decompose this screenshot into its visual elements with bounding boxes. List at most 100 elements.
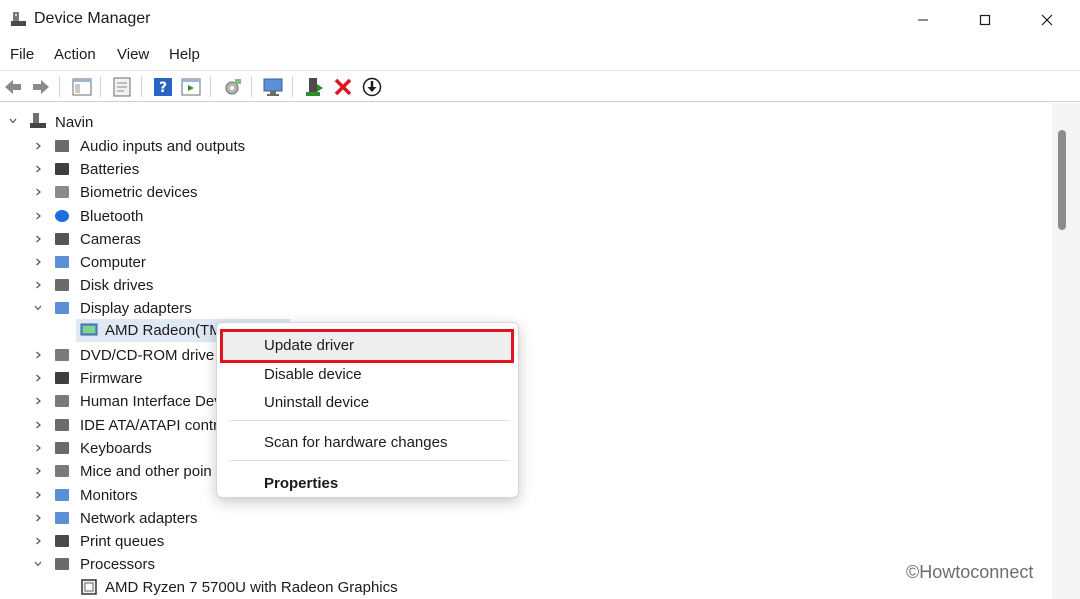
- chevron-down-icon[interactable]: [33, 559, 43, 569]
- fingerprint-icon: [55, 186, 69, 198]
- menu-action[interactable]: Action: [54, 46, 96, 63]
- scrollbar-thumb[interactable]: [1058, 130, 1066, 230]
- svg-text:?: ?: [159, 80, 167, 96]
- menu-separator: [229, 460, 509, 461]
- tree-category-label[interactable]: Keyboards: [80, 440, 152, 457]
- chevron-right-icon[interactable]: [33, 536, 43, 546]
- chevron-right-icon[interactable]: [33, 490, 43, 500]
- context-menu: Update driver Disable device Uninstall d…: [216, 322, 519, 498]
- chevron-right-icon[interactable]: [33, 164, 43, 174]
- display-adapter-icon: [80, 323, 98, 336]
- title-bar: Device Manager: [0, 0, 1080, 40]
- update-driver-icon[interactable]: [303, 76, 325, 98]
- tree-item-amd-ryzen[interactable]: AMD Ryzen 7 5700U with Radeon Graphics: [105, 579, 398, 596]
- menu-disable-device[interactable]: Disable device: [217, 361, 520, 389]
- menu-update-driver-label: Update driver: [264, 337, 355, 354]
- toolbar-separator: [59, 77, 60, 97]
- chevron-right-icon[interactable]: [33, 373, 43, 383]
- monitor-icon: [55, 489, 69, 501]
- chevron-down-icon[interactable]: [8, 116, 18, 126]
- scan-hardware-icon[interactable]: [221, 76, 243, 98]
- menu-file[interactable]: File: [10, 46, 34, 63]
- computer-monitor-icon[interactable]: [262, 76, 284, 98]
- properties-sheet-icon[interactable]: [111, 76, 133, 98]
- chevron-right-icon[interactable]: [33, 443, 43, 453]
- tree-category-label[interactable]: Bluetooth: [80, 208, 143, 225]
- tree-category-label[interactable]: Display adapters: [80, 300, 192, 317]
- menu-uninstall-device[interactable]: Uninstall device: [217, 389, 520, 417]
- camera-icon: [55, 233, 69, 245]
- speaker-icon: [55, 140, 69, 152]
- tree-category-label[interactable]: Human Interface Dev: [80, 393, 222, 410]
- close-button[interactable]: [1016, 0, 1078, 40]
- chevron-right-icon[interactable]: [33, 211, 43, 221]
- chevron-right-icon[interactable]: [33, 350, 43, 360]
- battery-icon: [55, 163, 69, 175]
- maximize-icon: [979, 14, 991, 26]
- bluetooth-icon: [55, 210, 69, 222]
- menu-separator: [229, 420, 509, 421]
- menu-uninstall-device-label: Uninstall device: [264, 394, 370, 411]
- tree-category-label[interactable]: Batteries: [80, 161, 139, 178]
- display-adapter-icon: [55, 302, 69, 314]
- menu-disable-device-label: Disable device: [264, 366, 362, 383]
- show-hide-console-tree-icon[interactable]: [71, 76, 93, 98]
- tree-root-label[interactable]: Navin: [55, 114, 93, 131]
- menu-properties-label: Properties: [264, 475, 339, 492]
- chevron-right-icon[interactable]: [33, 257, 43, 267]
- watermark: ©Howtoconnect: [906, 562, 1034, 582]
- forward-arrow-icon[interactable]: [30, 76, 52, 98]
- chevron-right-icon[interactable]: [33, 466, 43, 476]
- back-arrow-icon[interactable]: [2, 76, 24, 98]
- ide-controller-icon: [55, 419, 69, 431]
- help-icon[interactable]: ?: [152, 76, 174, 98]
- toolbar-separator: [251, 77, 252, 97]
- menu-bar: File Action View Help: [0, 42, 1080, 68]
- chevron-right-icon[interactable]: [33, 396, 43, 406]
- tree-category-label[interactable]: Disk drives: [80, 277, 153, 294]
- chevron-right-icon[interactable]: [33, 234, 43, 244]
- tree-category-label[interactable]: DVD/CD-ROM drive: [80, 347, 214, 364]
- disk-drive-icon: [55, 279, 69, 291]
- processor-icon: [81, 579, 97, 595]
- menu-view[interactable]: View: [117, 46, 149, 63]
- chevron-down-icon[interactable]: [33, 303, 43, 313]
- menu-help[interactable]: Help: [169, 46, 200, 63]
- chevron-right-icon[interactable]: [33, 513, 43, 523]
- tree-category-label[interactable]: Computer: [80, 254, 146, 271]
- processor-icon: [55, 558, 69, 570]
- chevron-right-icon[interactable]: [33, 280, 43, 290]
- vertical-scrollbar[interactable]: [1052, 103, 1080, 599]
- uninstall-device-icon[interactable]: [332, 76, 354, 98]
- menu-scan-hardware-label: Scan for hardware changes: [264, 434, 448, 451]
- tree-category-label[interactable]: IDE ATA/ATAPI contro: [80, 417, 226, 434]
- tree-category-label[interactable]: Audio inputs and outputs: [80, 138, 245, 155]
- tree-category-label[interactable]: Network adapters: [80, 510, 198, 527]
- firmware-icon: [55, 372, 69, 384]
- minimize-button[interactable]: [892, 0, 954, 40]
- tree-category-label[interactable]: Biometric devices: [80, 184, 198, 201]
- download-circle-icon[interactable]: [361, 76, 383, 98]
- chevron-right-icon[interactable]: [33, 187, 43, 197]
- tree-category-label[interactable]: Firmware: [80, 370, 143, 387]
- tree-category-label[interactable]: Processors: [80, 556, 155, 573]
- chevron-right-icon[interactable]: [33, 420, 43, 430]
- action-pane-icon[interactable]: [180, 76, 202, 98]
- window-title: Device Manager: [34, 10, 151, 27]
- tree-item-amd-radeon[interactable]: AMD Radeon(TM: [105, 322, 222, 339]
- toolbar-separator: [100, 77, 101, 97]
- menu-properties[interactable]: Properties: [217, 470, 520, 498]
- maximize-button[interactable]: [954, 0, 1016, 40]
- chevron-right-icon[interactable]: [33, 141, 43, 151]
- computer-root-icon: [30, 113, 46, 128]
- computer-icon: [55, 256, 69, 268]
- tree-category-label[interactable]: Mice and other poin: [80, 463, 212, 480]
- toolbar-separator: [141, 77, 142, 97]
- tree-category-label[interactable]: Print queues: [80, 533, 164, 550]
- tree-category-label[interactable]: Cameras: [80, 231, 141, 248]
- device-manager-app-icon: [11, 12, 26, 26]
- mouse-icon: [55, 465, 69, 477]
- menu-scan-hardware[interactable]: Scan for hardware changes: [217, 429, 520, 457]
- menu-update-driver[interactable]: Update driver: [217, 332, 520, 360]
- tree-category-label[interactable]: Monitors: [80, 487, 138, 504]
